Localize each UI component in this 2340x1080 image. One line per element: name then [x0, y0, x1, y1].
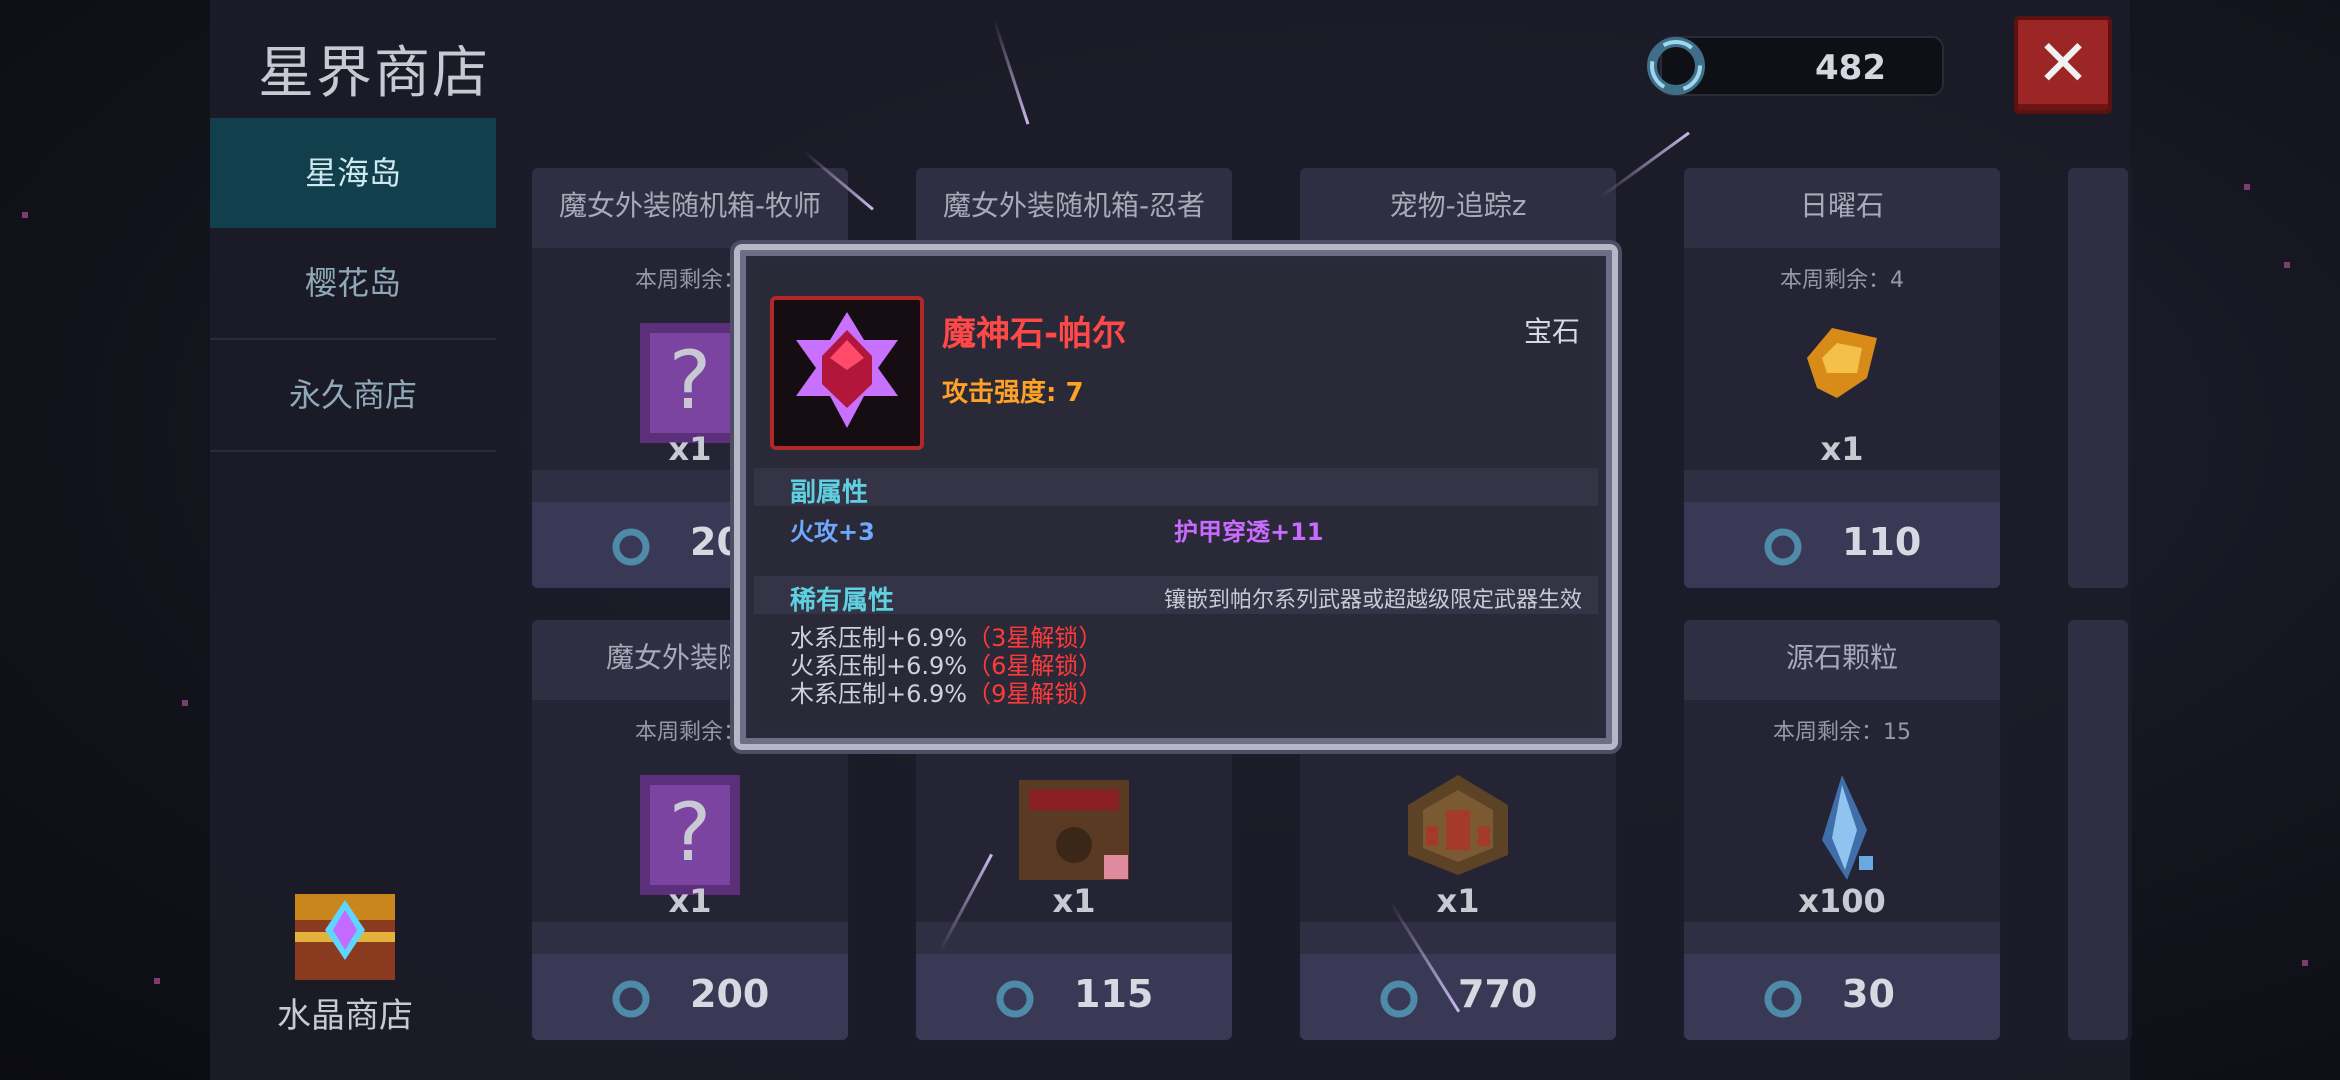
price-bar: 115 [916, 954, 1232, 1040]
star-decoration [154, 978, 160, 984]
item-name: 魔女外装随机箱-牧师 [558, 189, 822, 222]
item-name: 魔女外装随机箱-忍者 [942, 189, 1206, 222]
star-decoration [2302, 960, 2308, 966]
sub-attr-header-bar [754, 468, 1598, 506]
gem-attack: 攻击强度: 7 [942, 378, 1084, 408]
treasure-chest-icon [295, 894, 395, 980]
price-bar: 770 [1300, 954, 1616, 1040]
crystal-coin-icon [1378, 978, 1420, 1024]
pet-egg-chest-icon [1398, 770, 1518, 884]
star-decoration [2284, 262, 2290, 268]
crystal-coin-icon [1762, 526, 1804, 572]
wooden-chest-icon [1014, 770, 1134, 894]
crystal-shard-icon [1797, 770, 1887, 894]
svg-text:?: ? [669, 334, 711, 427]
price-bar: 200 [532, 954, 848, 1040]
shop-title: 星界商店 [258, 41, 490, 106]
crystal-shop-button[interactable]: 水晶商店 [270, 880, 420, 1037]
crystal-coin-icon [994, 978, 1036, 1024]
rare-attr-text: 木系压制+6.9% [790, 680, 968, 708]
gem-icon-frame [770, 296, 924, 450]
shop-item-card[interactable]: 源石颗粒 本周剩余：15 x100 30 [1680, 616, 2004, 1044]
sub-attr-title: 副属性 [790, 478, 869, 508]
item-quantity: x100 [1798, 882, 1886, 920]
weekly-remaining: 本周剩余：4 [1780, 268, 1904, 293]
item-quantity: x1 [668, 882, 712, 920]
gem-type: 宝石 [1523, 315, 1580, 348]
item-price: 115 [1074, 972, 1154, 1016]
shop-item-card[interactable]: 日曜石 本周剩余：4 x1 110 [1680, 164, 2004, 592]
item-name: 日曜石 [1799, 189, 1884, 222]
close-button[interactable]: ✕ [2014, 16, 2112, 114]
item-price: 30 [1842, 972, 1895, 1016]
price-bar: 30 [1684, 954, 2000, 1040]
sub-attr-fire-attack: 火攻+3 [790, 518, 875, 546]
rare-attr-line: 木系压制+6.9%（9星解锁） [790, 674, 1102, 709]
sub-attr-armor-penetration: 护甲穿透+11 [1174, 518, 1324, 546]
item-quantity: x1 [1820, 430, 1864, 468]
crystal-coin-icon [610, 978, 652, 1024]
star-decoration [2244, 184, 2250, 190]
shop-item-card-partial[interactable] [2064, 616, 2132, 1044]
rare-attr-title: 稀有属性 [790, 586, 895, 616]
currency-amount: 482 [1815, 48, 1886, 88]
item-quantity: x1 [1052, 882, 1096, 920]
currency-display: 482 [1647, 36, 1944, 96]
item-quantity: x1 [1436, 882, 1480, 920]
item-price: 110 [1842, 520, 1922, 564]
crystal-coin-icon [1762, 978, 1804, 1024]
item-name: 源石颗粒 [1785, 641, 1898, 674]
weekly-remaining: 本周剩余：15 [1773, 720, 1911, 745]
rare-attr-note: 镶嵌到帕尔系列武器或超越级限定武器生效 [1163, 588, 1582, 613]
star-decoration [22, 212, 28, 218]
gem-name: 魔神石-帕尔 [942, 314, 1127, 354]
sidebar-item-star-sea-island[interactable]: 星海岛 [210, 118, 496, 228]
shop-sidebar: 星海岛 樱花岛 永久商店 [210, 118, 496, 452]
crystal-shop-label: 水晶商店 [277, 996, 413, 1036]
crystal-coin-icon [610, 526, 652, 572]
item-detail-popup: 魔神石-帕尔 宝石 攻击强度: 7 副属性 火攻+3 护甲穿透+11 稀有属性 … [734, 244, 1618, 750]
star-decoration [182, 700, 188, 706]
sidebar-item-permanent-shop[interactable]: 永久商店 [210, 340, 496, 452]
rare-attr-lock: （9星解锁） [967, 680, 1103, 708]
item-price: 200 [690, 972, 770, 1016]
sun-stone-icon [1797, 318, 1887, 412]
item-price: 770 [1458, 972, 1538, 1016]
crystal-coin-icon [1644, 34, 1708, 102]
gem-icon [796, 312, 898, 428]
sidebar-item-sakura-island[interactable]: 樱花岛 [210, 228, 496, 340]
item-name: 宠物-追踪z [1389, 189, 1527, 222]
price-bar: 110 [1684, 502, 2000, 588]
shop-item-card-partial[interactable] [2064, 164, 2132, 592]
svg-text:?: ? [669, 786, 711, 879]
